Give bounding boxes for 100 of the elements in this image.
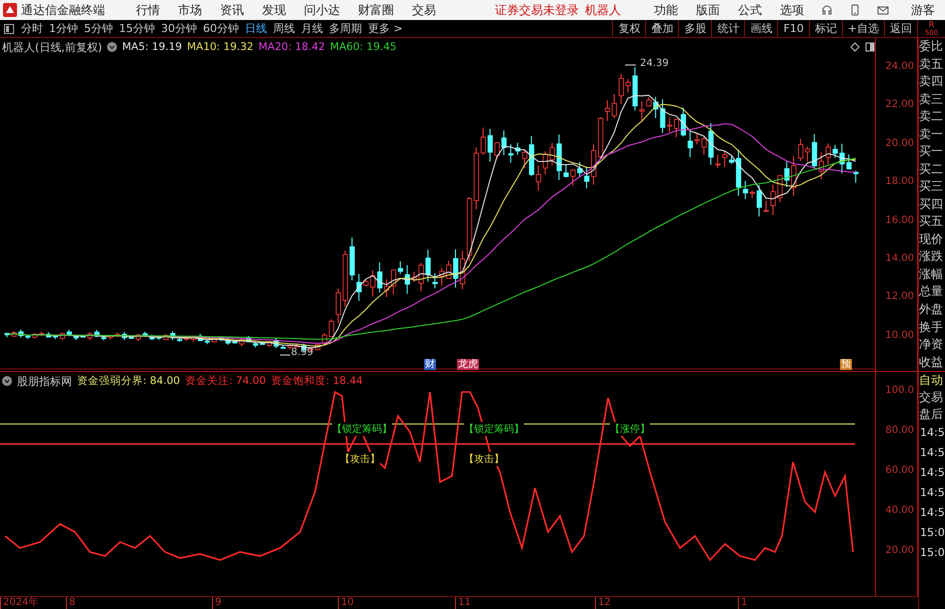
trade-tab[interactable]: 自动 [919, 372, 945, 389]
period-tab[interactable]: 更多 > [368, 21, 403, 36]
quote-field-label: 换手 [919, 318, 944, 336]
ma-value: MA5: 19.19 [122, 41, 182, 53]
indicator-axis-label: 80.00 [885, 425, 914, 436]
period-tab[interactable]: 1分钟 [49, 21, 78, 36]
price-axis-label: 16.00 [885, 214, 914, 226]
ma-value: MA60: 19.45 [330, 41, 397, 53]
menu-item[interactable]: 交易 [412, 2, 436, 18]
menu-item[interactable]: 版面 [696, 2, 720, 18]
quote-field-label: 涨跌 [919, 248, 944, 266]
price-axis-label: 10.00 [885, 330, 914, 341]
app-title: 通达信金融终端 [21, 2, 105, 18]
quote-field-label: 卖四 [919, 73, 944, 90]
quote-field-label: 卖二 [919, 108, 944, 126]
menu-item[interactable]: 市场 [178, 2, 202, 18]
chart-title: 机器人(日线,前复权) [2, 40, 102, 54]
trade-time: 14:5 [919, 425, 945, 441]
indicator-name: 股朋指标网 [17, 374, 72, 388]
menu-item[interactable]: 选项 [780, 2, 804, 18]
login-status[interactable]: 证券交易未登录 [495, 2, 579, 18]
quote-field-label: 净资 [919, 336, 944, 354]
period-tab[interactable]: 5分钟 [84, 21, 113, 36]
indicator-axis-label: 40.00 [885, 505, 914, 516]
indicator-axis-label: 20.00 [885, 545, 914, 556]
ma-value: MA10: 19.32 [186, 41, 254, 53]
price-axis-label: 18.00 [885, 176, 914, 188]
signal-label: 【锁定筹码】 [332, 422, 392, 436]
trade-time: 15:0 [919, 525, 945, 541]
quote-field-label: 买二 [919, 160, 944, 178]
date-axis-label: 10 [338, 597, 354, 609]
trade-tab[interactable]: 交易 [919, 389, 945, 406]
menu-item[interactable]: 问小达 [304, 2, 340, 18]
menu-item[interactable]: 功能 [654, 2, 678, 18]
price-axis-label: 20.00 [885, 138, 914, 149]
trade-time: 14:5 [919, 445, 945, 461]
trade-time: 15:0 [919, 545, 945, 561]
quote-field-label: 现价 [919, 230, 944, 248]
period-tab[interactable]: 分时 [21, 21, 43, 36]
quote-field-label: 卖五 [919, 56, 944, 73]
stock-name: 机器人 [585, 2, 621, 18]
low-price-label: 8.99 [291, 347, 314, 358]
quote-field-label: 买四 [919, 196, 944, 213]
app-logo-icon [3, 3, 17, 17]
signal-label: 【涨停】 [610, 422, 650, 436]
price-axis-label: 12.00 [885, 291, 914, 302]
trade-time: 14:5 [919, 505, 945, 521]
date-axis-label: 1 [738, 597, 748, 609]
mail-icon[interactable] [877, 4, 889, 16]
menu-item[interactable]: 公式 [738, 2, 762, 18]
trade-time: 14:5 [919, 465, 945, 481]
quote-field-label: 委比 [919, 38, 944, 56]
indicator-axis-label: 60.00 [885, 465, 914, 476]
period-tab[interactable]: 月线 [301, 21, 323, 36]
quote-field-label: 总量 [919, 283, 944, 300]
indicator-value: 资金关注: 74.00 [184, 374, 266, 388]
phone-icon[interactable] [849, 4, 861, 16]
panel-toggle-icon[interactable] [4, 24, 14, 34]
signal-label: 【锁定筹码】 [464, 422, 524, 436]
period-tab[interactable]: 多周期 [329, 21, 362, 36]
date-axis-label: 8 [66, 597, 76, 609]
quote-field-label: 收益 [919, 354, 944, 371]
period-tab[interactable]: 周线 [273, 21, 295, 36]
menu-item[interactable]: 资讯 [220, 2, 244, 18]
indicator-value: 资金强弱分界: 84.00 [77, 374, 180, 388]
period-tab[interactable]: 30分钟 [161, 21, 197, 36]
period-tab[interactable]: 60分钟 [203, 21, 239, 36]
indicator-value: 资金饱和度: 18.44 [270, 374, 363, 388]
diamond-icon[interactable] [850, 42, 860, 52]
quote-field-label: 外盘 [919, 300, 944, 318]
quote-field-label: 卖一 [919, 126, 944, 143]
headset-icon[interactable] [821, 4, 833, 16]
indicator-axis-label: 100.0 [885, 385, 914, 396]
period-tab[interactable]: 15分钟 [119, 21, 155, 36]
menu-item[interactable]: 发现 [262, 2, 286, 18]
trade-time: 14:5 [919, 485, 945, 501]
price-axis-label: 22.00 [885, 99, 914, 110]
quote-field-label: 买五 [919, 213, 944, 230]
leader-line [280, 354, 290, 356]
high-price-label: 24.39 [640, 58, 669, 69]
dropdown-icon[interactable] [107, 42, 118, 52]
menu-item[interactable]: 行情 [136, 2, 160, 18]
period-tab[interactable]: 日线 [245, 21, 267, 36]
date-axis-label: 11 [455, 597, 471, 609]
quote-field-label: 卖三 [919, 90, 944, 108]
dropdown-icon[interactable] [2, 376, 12, 386]
leader-line [624, 64, 636, 66]
price-axis-label: 14.00 [885, 253, 914, 264]
event-marker[interactable]: 财 [424, 359, 436, 370]
user-label[interactable]: 游客 [911, 2, 935, 18]
menu-item[interactable]: 财富圈 [358, 2, 394, 18]
date-axis-label: 12 [595, 597, 611, 609]
panel-icon[interactable] [865, 42, 875, 52]
trade-tab[interactable]: 盘后 [919, 406, 945, 423]
event-marker[interactable]: 龙虎 [457, 359, 479, 370]
quote-field-label: 买三 [919, 178, 944, 196]
ma-value: MA20: 18.42 [258, 41, 326, 53]
price-axis-label: 24.00 [885, 61, 914, 72]
quote-field-label: 买一 [919, 143, 944, 160]
date-axis-label: 9 [212, 597, 222, 609]
